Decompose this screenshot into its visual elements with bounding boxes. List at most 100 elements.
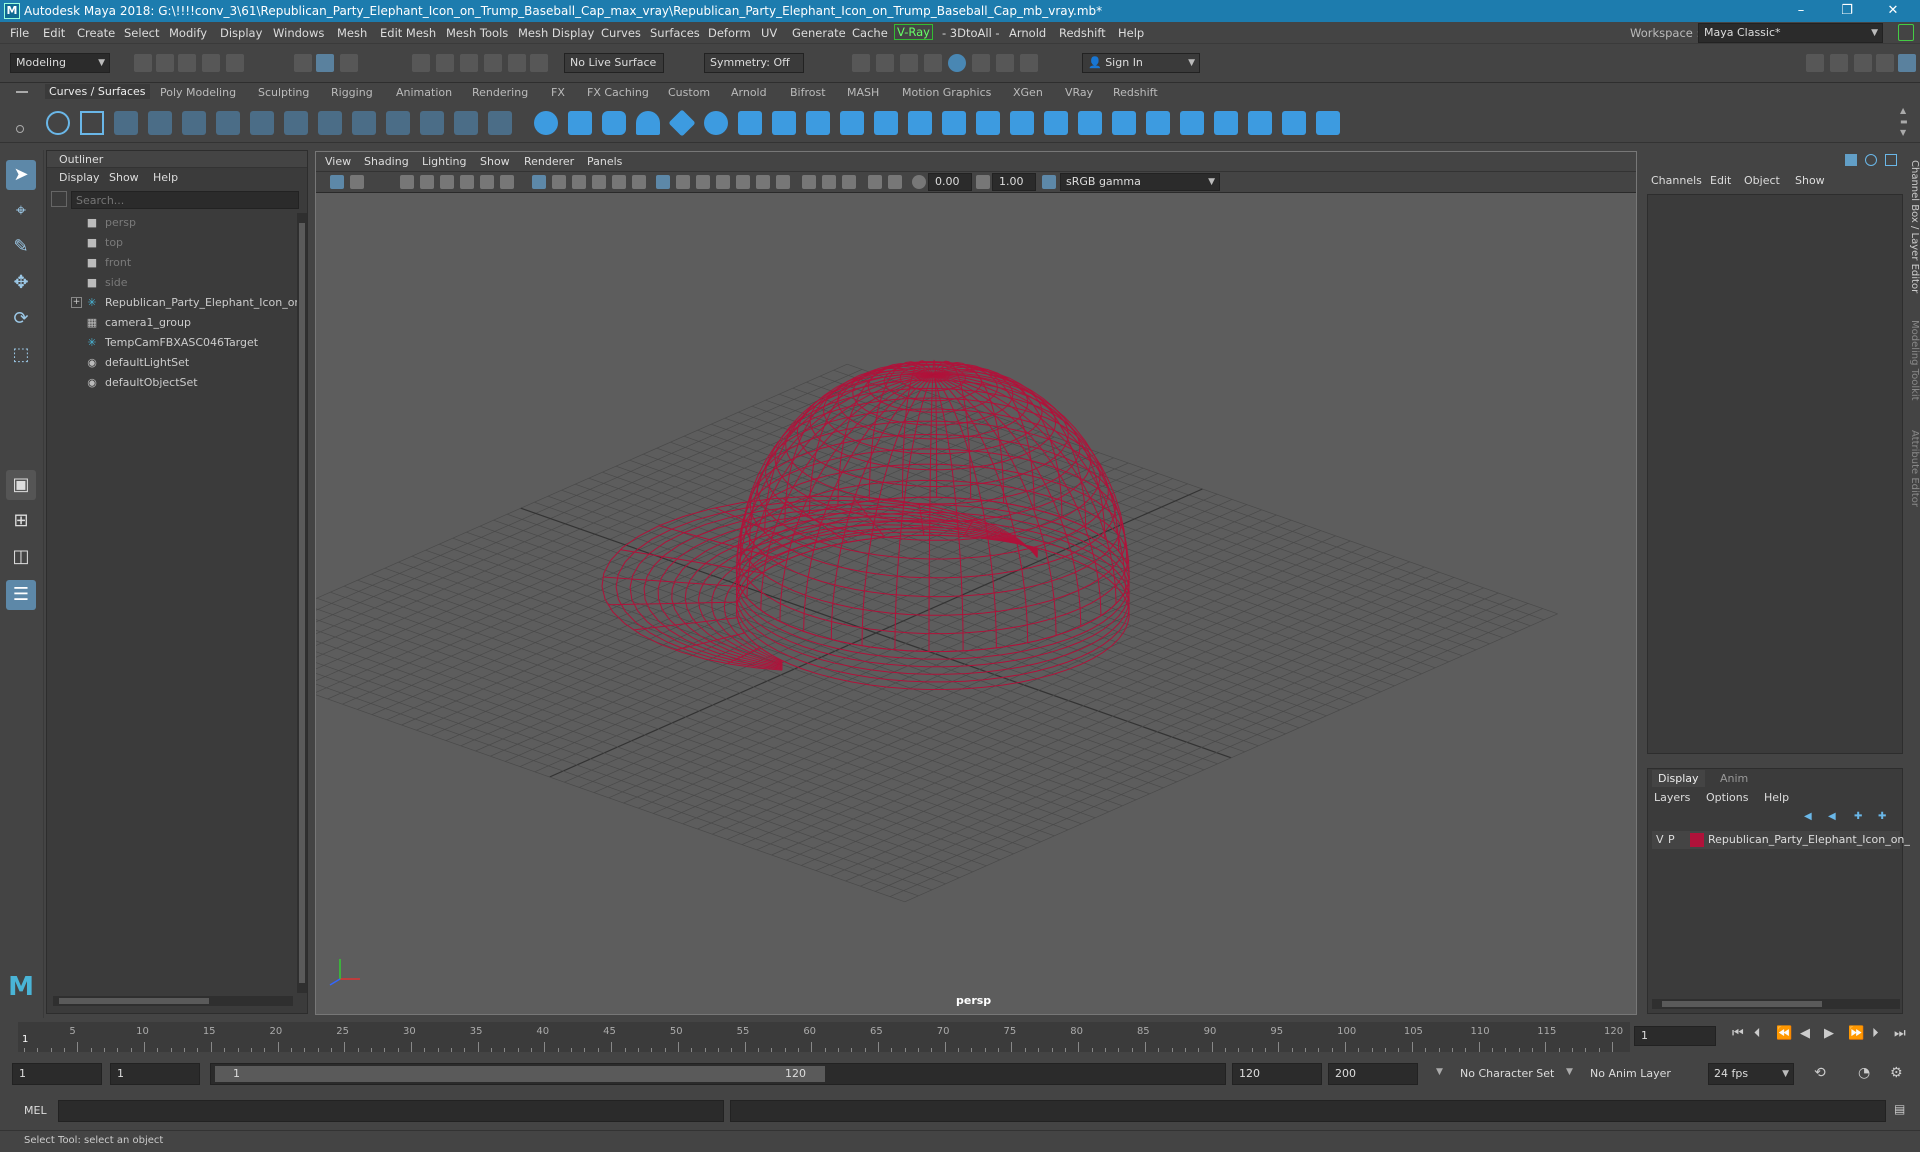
live-surface-field[interactable]: No Live Surface xyxy=(564,53,664,73)
menu-edit[interactable]: Edit xyxy=(43,26,65,40)
outliner-vscrollbar[interactable] xyxy=(297,213,307,993)
snap-curve-icon[interactable] xyxy=(436,54,454,72)
revolve-icon[interactable] xyxy=(738,111,762,135)
save-scene-icon[interactable] xyxy=(178,54,196,72)
menu-surfaces[interactable]: Surfaces xyxy=(650,26,700,40)
surface-fillet-icon[interactable] xyxy=(1316,111,1340,135)
curve-fillet-icon[interactable] xyxy=(420,111,444,135)
film-gate-icon[interactable] xyxy=(460,175,474,189)
range-bar[interactable]: 1 120 xyxy=(210,1063,1226,1085)
camera-attr-icon[interactable] xyxy=(350,175,364,189)
menu-display[interactable]: Display xyxy=(220,26,262,40)
shelf-scroll-icon[interactable]: ▲ ▬ ▼ xyxy=(1900,105,1910,139)
mode-dropdown[interactable]: Modeling ▼ xyxy=(10,53,110,73)
depth-of-field-icon[interactable] xyxy=(802,175,816,189)
shelf-tab-animation[interactable]: Animation xyxy=(396,86,452,99)
paint-select-icon[interactable]: ✎ xyxy=(6,232,36,262)
exposure-field[interactable]: 0.00 xyxy=(928,173,972,191)
character-set-label[interactable]: No Character Set xyxy=(1460,1067,1554,1080)
outliner-item-persp[interactable]: ■ persp xyxy=(47,213,287,233)
menu-curves[interactable]: Curves xyxy=(601,26,641,40)
shelf-tab-fx[interactable]: FX xyxy=(551,86,565,99)
safe-area-icon[interactable] xyxy=(888,175,902,189)
two-view-icon[interactable]: ◫ xyxy=(6,542,36,572)
go-to-end-icon[interactable]: ⏭ xyxy=(1894,1026,1906,1041)
menu-arnold[interactable]: Arnold xyxy=(1009,26,1046,40)
maximize-button[interactable]: ❐ xyxy=(1824,0,1870,22)
bevel-plus-icon[interactable] xyxy=(976,111,1000,135)
side-tab-modeling-toolkit[interactable]: Modeling Toolkit xyxy=(1906,320,1920,410)
chevron-down-icon[interactable]: ▼ xyxy=(1566,1067,1573,1077)
render-sequence-icon[interactable] xyxy=(876,54,894,72)
outliner-item-defaultlightset[interactable]: ◉ defaultLightSet xyxy=(47,353,287,373)
time-slider[interactable]: 1 5 10 15 20 25 30 35 40 45 50 55 60 65 70 75 80 85 90 95 1… xyxy=(0,1018,1920,1056)
nurbs-cylinder-icon[interactable] xyxy=(602,111,626,135)
cv-curve-icon[interactable] xyxy=(114,111,138,135)
shelf-tab-curves-surfaces[interactable]: Curves / Surfaces xyxy=(45,84,150,99)
exposure-icon[interactable] xyxy=(912,175,926,189)
square-surface-icon[interactable] xyxy=(942,111,966,135)
light-editor-icon[interactable] xyxy=(996,54,1014,72)
viewport-menu-lighting[interactable]: Lighting xyxy=(422,155,466,168)
select-camera-icon[interactable] xyxy=(330,175,344,189)
menu-edit-mesh[interactable]: Edit Mesh xyxy=(380,26,436,40)
four-view-icon[interactable]: ⊞ xyxy=(6,506,36,536)
extrude-icon[interactable] xyxy=(840,111,864,135)
attribute-toggle-icon[interactable] xyxy=(1885,154,1897,166)
shelf-menu-icon[interactable] xyxy=(16,91,28,93)
select-tool-icon[interactable]: ➤ xyxy=(6,160,36,190)
script-language-label[interactable]: MEL xyxy=(24,1104,47,1117)
shelf-tab-fx-caching[interactable]: FX Caching xyxy=(587,86,649,99)
undo-icon[interactable] xyxy=(202,54,220,72)
hud-icon[interactable] xyxy=(868,175,882,189)
outliner-menu-display[interactable]: Display xyxy=(59,171,100,184)
attribute-editor-icon[interactable] xyxy=(1854,54,1872,72)
move-layer-down-icon[interactable]: ◀ xyxy=(1828,811,1842,823)
menu-help[interactable]: Help xyxy=(1118,26,1144,40)
close-button[interactable]: ✕ xyxy=(1870,0,1916,22)
bezier-icon[interactable] xyxy=(250,111,274,135)
redo-icon[interactable] xyxy=(226,54,244,72)
trim-tool-icon[interactable] xyxy=(1078,111,1102,135)
shelf-tab-sculpting[interactable]: Sculpting xyxy=(258,86,309,99)
layer-visibility[interactable]: V xyxy=(1656,833,1664,846)
menu-redshift[interactable]: Redshift xyxy=(1059,26,1106,40)
shelf-tab-poly-modeling[interactable]: Poly Modeling xyxy=(160,86,236,99)
fps-dropdown[interactable]: 24 fps ▼ xyxy=(1708,1063,1794,1085)
xray-components-icon[interactable] xyxy=(696,175,710,189)
nurbs-circle-icon[interactable] xyxy=(46,111,70,135)
menu-mesh[interactable]: Mesh xyxy=(337,26,367,40)
pencil-curve-icon[interactable] xyxy=(182,111,206,135)
outliner-menu-help[interactable]: Help xyxy=(153,171,178,184)
curve-attach-icon[interactable] xyxy=(284,111,308,135)
outliner-item-top[interactable]: ■ top xyxy=(47,233,287,253)
planar-icon[interactable] xyxy=(806,111,830,135)
viewport-menu-shading[interactable]: Shading xyxy=(364,155,409,168)
shelf-tab-custom[interactable]: Custom xyxy=(668,86,710,99)
outliner-layout-icon[interactable]: ☰ xyxy=(6,580,36,610)
layers-menu-options[interactable]: Options xyxy=(1706,791,1748,804)
curve-rebuild-icon[interactable] xyxy=(386,111,410,135)
current-frame-field[interactable]: 1 xyxy=(1634,1026,1716,1046)
shelf-tab-motion-graphics[interactable]: Motion Graphics xyxy=(902,86,991,99)
render-frame-icon[interactable] xyxy=(852,54,870,72)
loft-icon[interactable] xyxy=(772,111,796,135)
channels-menu-show[interactable]: Show xyxy=(1795,174,1825,187)
move-layer-up-icon[interactable]: ◀ xyxy=(1804,811,1818,823)
script-editor-icon[interactable]: ▤ xyxy=(1894,1102,1905,1116)
anim-layer-label[interactable]: No Anim Layer xyxy=(1590,1067,1671,1080)
playback-start-field[interactable]: 1 xyxy=(110,1063,200,1085)
shelf-tab-xgen[interactable]: XGen xyxy=(1013,86,1043,99)
viewport-menu-renderer[interactable]: Renderer xyxy=(524,155,574,168)
shelf-tab-vray[interactable]: VRay xyxy=(1065,86,1093,99)
isolate-select-icon[interactable] xyxy=(736,175,750,189)
shelf-tab-bifrost[interactable]: Bifrost xyxy=(790,86,826,99)
sculpt-surface-icon[interactable] xyxy=(1282,111,1306,135)
expand-icon[interactable]: + xyxy=(71,297,82,308)
viewport-menu-panels[interactable]: Panels xyxy=(587,155,622,168)
shelf-tab-redshift[interactable]: Redshift xyxy=(1113,86,1158,99)
pause-icon[interactable] xyxy=(1020,54,1038,72)
shelf-settings-icon[interactable] xyxy=(16,125,24,133)
gamma-field[interactable]: 1.00 xyxy=(992,173,1036,191)
select-component-icon[interactable] xyxy=(340,54,358,72)
